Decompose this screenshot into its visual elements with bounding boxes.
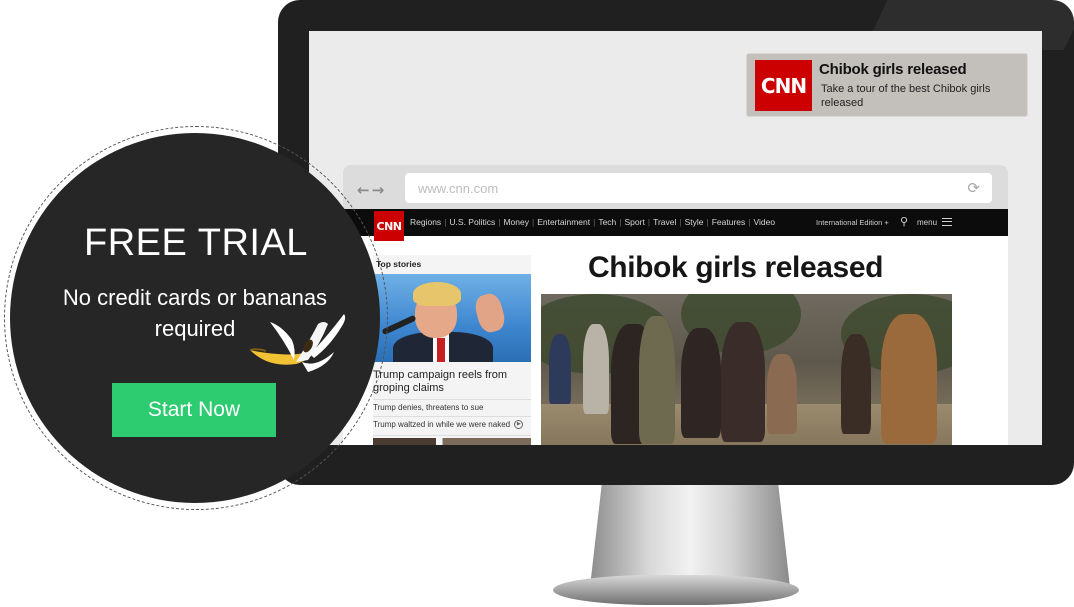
cnn-navbar: CNN Regions | U.S. Politics | Money | Entertai… [343, 209, 1008, 241]
address-url: www.cnn.com [418, 181, 499, 196]
trial-title: FREE TRIAL [84, 222, 308, 264]
nav-item-tech[interactable]: Tech [598, 217, 616, 227]
photo-hair [413, 282, 461, 306]
notification-cnn-logo: CNN [755, 60, 812, 111]
nav-item-style[interactable]: Style [685, 217, 704, 227]
monitor-stand-base [553, 575, 799, 605]
cnn-page: CNN Regions | U.S. Politics | Money | Entertai… [343, 209, 1008, 445]
hero-figure [841, 334, 871, 434]
story-divider [373, 399, 531, 400]
hero-figure [881, 314, 937, 444]
main-headline[interactable]: Chibok girls released [588, 251, 883, 285]
cnn-nav-links: Regions | U.S. Politics | Money | Entertainmen… [410, 217, 776, 227]
nav-item-sport[interactable]: Sport [625, 217, 645, 227]
monitor-screen: CNN Chibok girls released Take a tour of… [309, 31, 1042, 445]
story-divider [373, 416, 531, 417]
edition-selector[interactable]: International Edition + [816, 218, 889, 227]
push-notification[interactable]: CNN Chibok girls released Take a tour of… [746, 53, 1028, 117]
hero-figure [681, 328, 721, 438]
hero-image[interactable] [541, 294, 952, 445]
nav-item-us-politics[interactable]: U.S. Politics [449, 217, 495, 227]
play-icon: ▶ [514, 420, 524, 430]
nav-item-money[interactable]: Money [503, 217, 529, 227]
search-icon[interactable]: ⚲ [900, 215, 908, 228]
story-link-1[interactable]: Trump denies, threatens to sue [373, 403, 483, 412]
monitor: CNN Chibok girls released Take a tour of… [278, 0, 1074, 485]
address-bar[interactable]: www.cnn.com ⟳ [405, 173, 992, 203]
forward-arrow-icon[interactable]: → [372, 181, 387, 199]
browser-window: ←→ www.cnn.com ⟳ CNN Regions | U.S. Politi… [343, 165, 1008, 445]
banana-icon [249, 314, 346, 372]
menu-label[interactable]: menu [917, 218, 937, 227]
monitor-stand-neck [590, 482, 790, 587]
story-link-2[interactable]: Trump waltzed in while we were naked ▶ [373, 420, 524, 430]
top-story-image[interactable] [373, 274, 531, 362]
start-now-button[interactable]: Start Now [112, 383, 276, 437]
nav-item-regions[interactable]: Regions [410, 217, 441, 227]
story-divider [373, 435, 531, 436]
top-stories-panel: Top stories Trump campaign reels from gr… [373, 255, 531, 445]
hero-figure [549, 334, 571, 404]
lead-story-headline[interactable]: Trump campaign reels from groping claims [373, 369, 529, 395]
story-thumbnails [373, 438, 531, 445]
notification-body: Take a tour of the best Chibok girls rel… [821, 83, 991, 109]
nav-item-features[interactable]: Features [712, 217, 746, 227]
reload-icon[interactable]: ⟳ [967, 179, 980, 197]
back-arrow-icon[interactable]: ← [357, 181, 372, 199]
nav-item-entertainment[interactable]: Entertainment [537, 217, 590, 227]
menu-icon[interactable] [942, 218, 952, 226]
notification-title: Chibok girls released [819, 61, 967, 78]
hero-figure [721, 322, 765, 442]
photo-tie [437, 338, 445, 362]
photo-hand [472, 291, 508, 335]
hero-figure [583, 324, 609, 414]
browser-nav-arrows: ←→ [357, 181, 386, 199]
nav-item-video[interactable]: Video [753, 217, 775, 227]
hero-figure [639, 316, 675, 444]
hero-figure [767, 354, 797, 434]
nav-item-travel[interactable]: Travel [653, 217, 676, 227]
